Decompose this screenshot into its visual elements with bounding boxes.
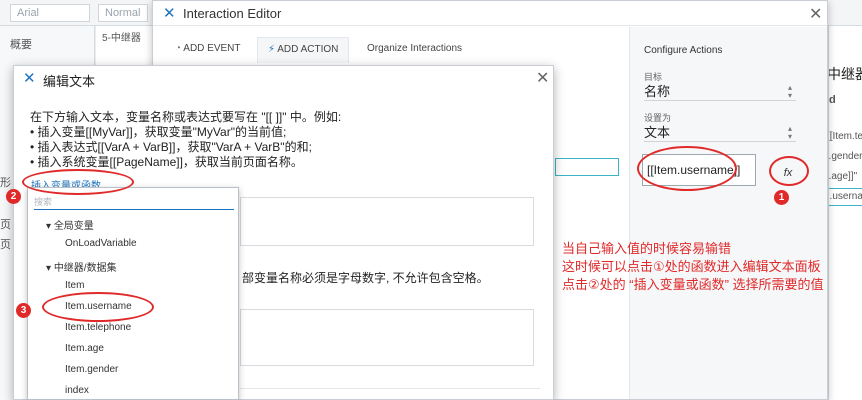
caret-down-icon: ▾ — [46, 263, 52, 274]
interaction-editor-titlebar: ✕ Interaction Editor ✕ — [153, 1, 827, 26]
left-label-3: 页 — [0, 239, 11, 251]
right-line-4: n.userna — [829, 188, 862, 206]
annotation-ellipse-fx — [769, 156, 809, 186]
tab-add-action[interactable]: ⚡ ADD ACTION — [257, 37, 349, 63]
set-as-select[interactable]: 文本 ▴ ▾ — [644, 122, 796, 142]
font-style-select[interactable]: Normal — [98, 4, 148, 22]
interaction-editor-title: Interaction Editor — [183, 6, 282, 21]
set-as-value: 文本 — [644, 125, 671, 140]
annotation-ellipse-value — [637, 146, 737, 191]
group-label: 中继器/数据集 — [53, 263, 117, 274]
annotation-ellipse-insert-link — [22, 169, 134, 195]
local-variables-area[interactable] — [240, 309, 534, 366]
close-icon[interactable]: ✕ — [809, 4, 822, 24]
tab-add-action-label: ADD ACTION — [277, 44, 339, 55]
tab-add-event-label: ADD EVENT — [183, 43, 241, 54]
target-select[interactable]: 名称 ▴ ▾ — [644, 81, 796, 101]
annotation-marker-2: 2 — [6, 189, 21, 204]
right-panel-sub: d — [829, 94, 836, 106]
group-label: 全局变量 — [53, 221, 94, 232]
configure-actions-title: Configure Actions — [644, 45, 723, 56]
axure-logo-icon: ✕ — [163, 5, 176, 22]
annotation-ellipse-username — [42, 292, 154, 322]
list-item-age[interactable]: Item.age — [65, 343, 104, 354]
axure-logo-icon: ✕ — [23, 70, 36, 87]
left-label-2: 页 — [0, 219, 11, 231]
list-item-index[interactable]: index — [65, 385, 89, 396]
search-input[interactable]: 搜索 — [34, 192, 234, 210]
list-item-item[interactable]: Item — [65, 280, 84, 291]
text-editor-area[interactable] — [240, 197, 534, 246]
instruction-line-4: • 插入系统变量[[PageName]]，获取当前页面名称。 — [30, 155, 303, 169]
annotation-text-2: 这时候可以点击①处的函数进入编辑文本面板 — [562, 259, 821, 274]
right-line-2: n.gender — [828, 151, 862, 162]
list-item-gender[interactable]: Item.gender — [65, 364, 118, 375]
tab-organize-interactions[interactable]: Organize Interactions — [357, 37, 472, 63]
list-item-onloadvariable[interactable]: OnLoadVariable — [65, 238, 137, 249]
caret-down-icon: ▾ — [46, 221, 52, 232]
group-repeater-dataset[interactable]: ▾ 中继器/数据集 — [46, 259, 117, 274]
left-label-1: 形 — [0, 177, 11, 189]
page-tab[interactable]: 5-中继器 — [102, 29, 141, 44]
font-family-select[interactable]: Arial — [10, 4, 90, 22]
selected-widget-outline — [555, 158, 619, 176]
chevron-updown-icon: ▴ ▾ — [788, 83, 793, 100]
annotation-text-1: 当自己输入值的时候容易输错 — [562, 241, 732, 256]
right-line-3: n.age]]" — [828, 171, 858, 182]
right-panel-title: 中继器 — [828, 66, 862, 82]
annotation-text-3: 点击②处的 “插入变量或函数” 选择所需要的值 — [562, 277, 824, 292]
tab-add-event[interactable]: ◔ ADD EVENT — [165, 37, 251, 63]
list-item-telephone[interactable]: Item.telephone — [65, 322, 131, 333]
variable-function-dropdown: 搜索 ▾ 全局变量 OnLoadVariable ▾ 中继器/数据集 Item … — [27, 187, 239, 400]
close-icon[interactable]: ✕ — [536, 68, 549, 88]
edit-text-title: 编辑文本 — [43, 74, 96, 89]
variable-name-note: 部变量名称必须是字母数字, 不允许包含空格。 — [242, 271, 489, 285]
divider — [240, 388, 540, 389]
annotation-marker-1: 1 — [774, 190, 789, 205]
right-line-1: [[Item.tel — [828, 131, 862, 142]
lightning-icon: ⚡ — [268, 44, 278, 55]
target-value: 名称 — [644, 84, 671, 99]
chevron-updown-icon: ▴ ▾ — [788, 124, 793, 141]
group-global-variables[interactable]: ▾ 全局变量 — [46, 217, 94, 232]
annotation-marker-3: 3 — [16, 303, 31, 318]
overview-label: 概要 — [10, 39, 32, 51]
right-panel: 中继器 d [[Item.tel n.gender n.age]]" n.use… — [828, 26, 862, 400]
configure-actions-panel: Configure Actions 目标 名称 ▴▾ 设置为 文本 ▴▾ 值 — [629, 27, 827, 399]
